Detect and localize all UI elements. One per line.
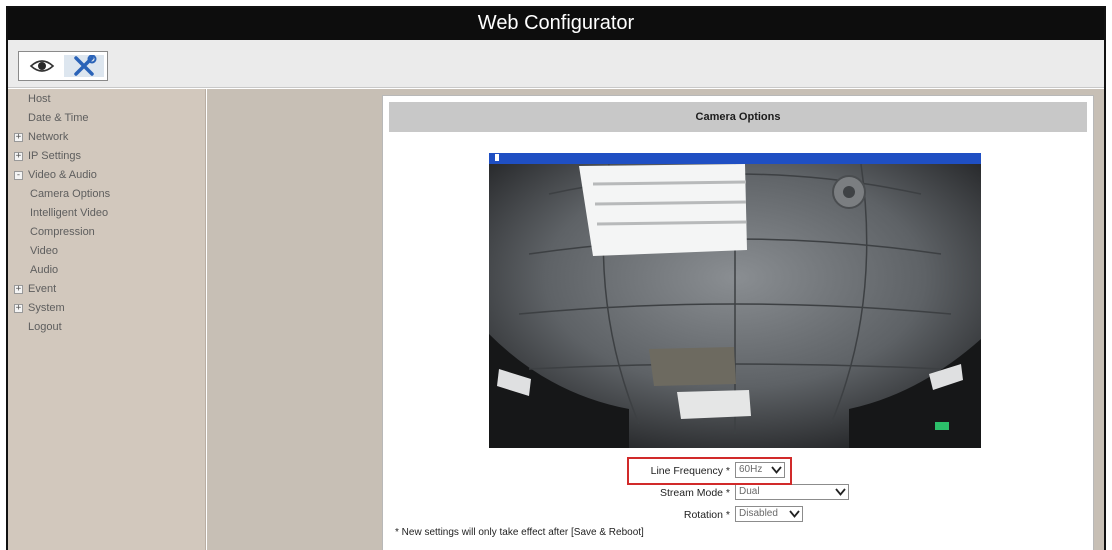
sidebar-item-label: System <box>28 302 65 314</box>
toolbar <box>8 40 1104 88</box>
app-title-bar: Web Configurator <box>8 8 1104 40</box>
line-frequency-highlight <box>627 457 792 485</box>
camera-live-view <box>489 153 981 448</box>
camera-options-panel: Camera Options Line Frequency * 60Hz Str… <box>382 95 1094 550</box>
rotation-row: Rotation * Disabled <box>383 506 1095 526</box>
sidebar-item-label: Logout <box>28 321 62 333</box>
video-status-indicator <box>495 154 499 161</box>
stream-mode-select[interactable]: Dual <box>735 484 849 500</box>
view-button[interactable] <box>22 55 62 77</box>
rotation-value: Disabled <box>739 508 778 519</box>
expand-icon[interactable]: + <box>14 152 23 161</box>
main-content: Camera Options Line Frequency * 60Hz Str… <box>207 89 1104 550</box>
setup-button[interactable] <box>64 54 104 77</box>
sidebar-nav: Host Date & Time + Network + IP Settings… <box>8 89 206 550</box>
sidebar-item-label: Compression <box>30 226 95 238</box>
collapse-icon[interactable]: - <box>14 171 23 180</box>
rotation-label: Rotation * <box>683 509 730 521</box>
sidebar-item-label: Audio <box>30 264 59 276</box>
sidebar-item-label: Video <box>30 245 58 257</box>
sidebar-item-label: Intelligent Video <box>30 207 109 219</box>
mode-switcher <box>18 51 108 81</box>
camera-feed-image <box>489 164 981 448</box>
stream-mode-row: Stream Mode * Dual <box>383 484 1095 504</box>
sidebar-item-label: Host <box>28 93 51 105</box>
stream-mode-label: Stream Mode * <box>659 487 730 499</box>
panel-title: Camera Options <box>389 102 1087 132</box>
sidebar-item-label: Camera Options <box>30 188 111 200</box>
video-status-bar <box>489 153 981 164</box>
eye-icon <box>29 60 55 72</box>
chevron-down-icon <box>789 510 800 518</box>
stream-mode-value: Dual <box>739 486 760 497</box>
sidebar-item-label: Network <box>28 131 69 143</box>
expand-icon[interactable]: + <box>14 285 23 294</box>
sidebar-item-label: Event <box>28 283 57 295</box>
settings-note: * New settings will only take effect aft… <box>395 527 644 538</box>
app-title: Web Configurator <box>477 12 635 34</box>
expand-icon[interactable]: + <box>14 133 23 142</box>
chevron-down-icon <box>835 488 846 496</box>
expand-icon[interactable]: + <box>14 304 23 313</box>
browser-frame: Web Configurator Host Date & Time + Netw… <box>6 6 1106 550</box>
rotation-select[interactable]: Disabled <box>735 506 803 522</box>
sidebar-item-label: Date & Time <box>28 112 89 124</box>
tools-icon <box>74 54 97 76</box>
sidebar-item-label: IP Settings <box>28 150 81 162</box>
sidebar-item-label: Video & Audio <box>28 169 97 181</box>
